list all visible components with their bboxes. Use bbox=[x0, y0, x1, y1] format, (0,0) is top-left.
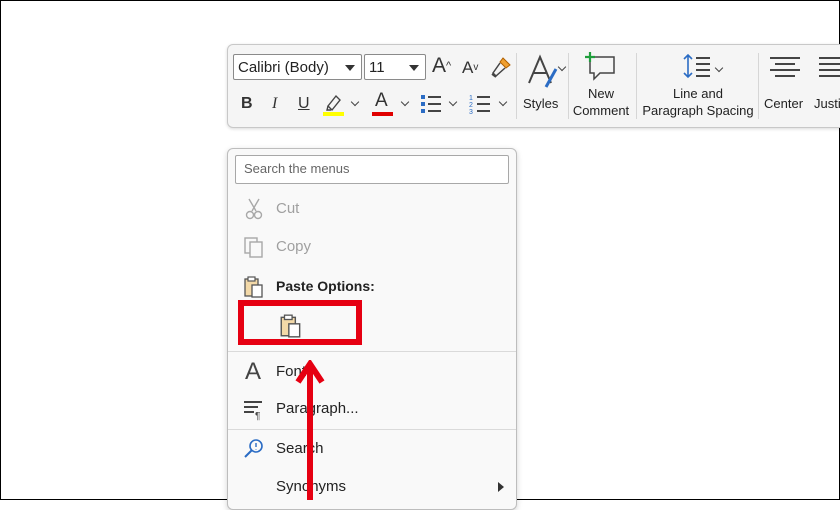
italic-button[interactable]: I bbox=[272, 94, 277, 114]
format-painter-icon[interactable] bbox=[489, 55, 513, 79]
menu-item-cut[interactable]: Cut bbox=[228, 193, 516, 225]
paragraph-icon: ¶ bbox=[244, 401, 262, 421]
menu-search-input[interactable]: Search the menus bbox=[235, 155, 509, 184]
font-name-combo[interactable]: Calibri (Body) bbox=[233, 54, 362, 80]
scissors-icon bbox=[245, 198, 263, 220]
toolbar-divider bbox=[568, 53, 569, 119]
svg-text:2: 2 bbox=[469, 102, 473, 109]
font-name-value: Calibri (Body) bbox=[238, 59, 329, 76]
annotation-highlight-box bbox=[238, 300, 362, 345]
chevron-down-icon[interactable] bbox=[448, 97, 458, 107]
svg-text:3: 3 bbox=[469, 109, 473, 114]
numbering-icon[interactable]: 1 2 3 bbox=[468, 92, 492, 114]
highlighter-icon[interactable] bbox=[321, 91, 347, 117]
paste-options-label: Paste Options: bbox=[276, 278, 375, 294]
menu-item-copy[interactable]: Copy bbox=[228, 231, 516, 263]
menu-search-placeholder: Search the menus bbox=[244, 161, 350, 176]
font-color-swatch bbox=[372, 112, 393, 116]
justify-label[interactable]: Justi bbox=[814, 95, 840, 112]
grow-font-label: A bbox=[432, 54, 447, 77]
chevron-down-icon[interactable] bbox=[409, 65, 419, 71]
menu-item-font[interactable]: A Font... bbox=[228, 356, 516, 388]
chevron-down-icon[interactable] bbox=[350, 97, 360, 107]
svg-text:1: 1 bbox=[469, 95, 473, 102]
shrink-font-button[interactable]: Av bbox=[462, 58, 478, 78]
chevron-down-icon[interactable] bbox=[400, 97, 410, 107]
bullets-icon[interactable] bbox=[419, 92, 443, 114]
menu-item-paragraph[interactable]: ¶ Paragraph... bbox=[228, 393, 516, 425]
grow-font-button[interactable]: A^ bbox=[432, 54, 451, 77]
new-comment-button[interactable]: New Comment bbox=[570, 85, 632, 119]
center-label[interactable]: Center bbox=[764, 95, 803, 112]
copy-icon bbox=[244, 237, 263, 258]
menu-divider bbox=[228, 429, 516, 430]
toolbar-divider bbox=[516, 53, 517, 119]
new-comment-label-line1: New bbox=[587, 86, 614, 101]
cut-label: Cut bbox=[276, 200, 300, 217]
line-spacing-label-line2: Paragraph Spacing bbox=[642, 103, 754, 118]
font-color-button[interactable]: A bbox=[375, 91, 388, 111]
bold-button[interactable]: B bbox=[241, 94, 253, 114]
shrink-font-label: A bbox=[462, 58, 474, 77]
toolbar-divider bbox=[636, 53, 637, 119]
menu-item-paste-options: Paste Options: bbox=[228, 271, 516, 303]
chevron-down-icon[interactable] bbox=[498, 97, 508, 107]
copy-label: Copy bbox=[276, 238, 312, 255]
line-spacing-label-line1: Line and bbox=[673, 86, 723, 101]
menu-item-synonyms[interactable]: Synonyms bbox=[228, 471, 516, 503]
new-comment-label-line2: Comment bbox=[572, 103, 630, 118]
font-size-combo[interactable]: 11 bbox=[364, 54, 426, 80]
annotation-arrow-icon bbox=[295, 360, 325, 500]
line-spacing-button[interactable]: Line and Paragraph Spacing bbox=[638, 85, 758, 119]
justify-icon[interactable] bbox=[818, 55, 840, 81]
menu-item-search[interactable]: Search bbox=[228, 433, 516, 465]
toolbar-divider bbox=[758, 53, 759, 119]
font-size-value: 11 bbox=[369, 59, 385, 76]
underline-button[interactable]: U bbox=[298, 94, 310, 114]
clipboard-icon bbox=[244, 276, 263, 298]
chevron-down-icon[interactable] bbox=[345, 65, 355, 71]
align-center-icon[interactable] bbox=[769, 55, 801, 81]
chevron-right-icon bbox=[498, 482, 504, 492]
svg-text:¶: ¶ bbox=[255, 411, 260, 421]
search-icon bbox=[244, 439, 263, 458]
menu-divider bbox=[228, 351, 516, 352]
font-icon: A bbox=[245, 358, 262, 385]
mini-toolbar: Calibri (Body) 11 A^ Av B I U A 1 2 3 St… bbox=[227, 44, 840, 128]
font-color-letter: A bbox=[375, 90, 388, 111]
styles-icon[interactable] bbox=[526, 53, 560, 91]
styles-label[interactable]: Styles bbox=[523, 95, 558, 112]
new-comment-icon[interactable] bbox=[584, 51, 618, 81]
